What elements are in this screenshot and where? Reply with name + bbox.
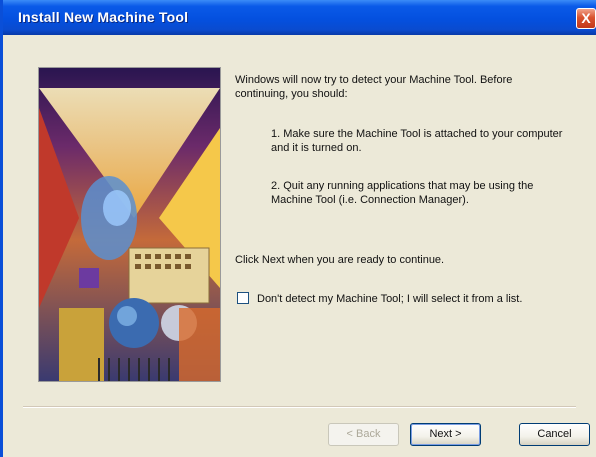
- title-bar[interactable]: Install New Machine Tool X: [3, 0, 596, 35]
- back-button[interactable]: < Back: [328, 423, 399, 446]
- step-1-text: 1. Make sure the Machine Tool is attache…: [271, 128, 563, 154]
- window-title: Install New Machine Tool: [18, 9, 189, 25]
- close-button[interactable]: X: [576, 8, 596, 29]
- button-separator: [23, 406, 576, 408]
- continue-prompt-text: Click Next when you are ready to continu…: [235, 254, 445, 266]
- close-icon: X: [581, 10, 591, 26]
- intro-text: Windows will now try to detect your Mach…: [235, 74, 513, 100]
- install-wizard-window: Install New Machine Tool X Windows will …: [0, 0, 596, 457]
- manual-select-label[interactable]: Don't detect my Machine Tool; I will sel…: [257, 292, 522, 306]
- wizard-artwork-image: [38, 67, 221, 382]
- cancel-button[interactable]: Cancel: [519, 423, 590, 446]
- manual-select-option[interactable]: Don't detect my Machine Tool; I will sel…: [237, 292, 577, 310]
- next-button[interactable]: Next >: [410, 423, 481, 446]
- manual-select-checkbox[interactable]: [237, 292, 249, 304]
- wizard-content: Windows will now try to detect your Mach…: [3, 35, 596, 457]
- step-2-text: 2. Quit any running applications that ma…: [271, 180, 534, 206]
